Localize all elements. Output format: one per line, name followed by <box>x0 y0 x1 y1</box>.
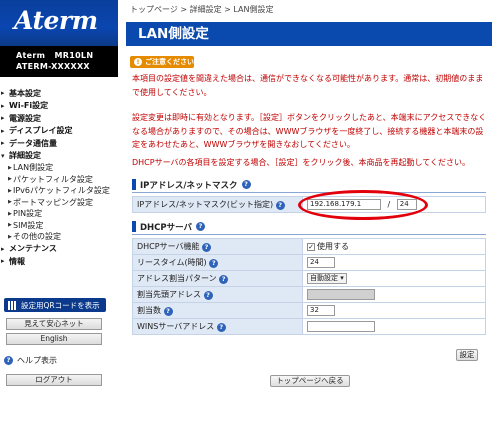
mimamori-button[interactable]: 見えて安心ネット <box>6 318 102 330</box>
warning-text-1: 本項目の設定値を間違えた場合は、通信ができなくなる可能性があります。通常は、初期… <box>132 74 484 97</box>
warning-text-3: DHCPサーバの各項目を設定する場合、［設定］をクリック後、本商品を再起動してく… <box>132 158 471 167</box>
arrow-icon: ▸ <box>1 89 5 98</box>
model-name: Aterm MR10LN <box>16 51 94 60</box>
back-to-top-button[interactable]: トップページへ戻る <box>270 375 350 387</box>
help-icon[interactable]: ? <box>241 180 251 189</box>
sidebar-item-basic[interactable]: ▸ 基本設定 <box>0 87 118 100</box>
ip-section-header: IPアドレス/ネットマスク ? <box>132 177 486 193</box>
help-icon[interactable]: ? <box>196 222 206 231</box>
sidebar-subitem-port-mapping[interactable]: ▶ ポートマッピング設定 <box>0 197 118 209</box>
arrow-icon: ▸ <box>1 126 5 135</box>
sidebar-item-info[interactable]: ▸ 情報 <box>0 255 118 268</box>
page-title: LAN側設定 <box>126 22 492 46</box>
help-icon[interactable]: ? <box>202 243 212 252</box>
help-icon[interactable]: ? <box>275 201 285 210</box>
arrow-down-icon: ▾ <box>1 151 5 160</box>
sidebar-item-data-usage[interactable]: ▸ データ通信量 <box>0 137 118 150</box>
arrow-icon: ▸ <box>1 101 5 110</box>
sidebar-subitem-sim[interactable]: ▶ SIM設定 <box>0 220 118 232</box>
address-count-row: 割当数 ? 32 <box>132 302 486 319</box>
dhcp-enable-checkbox[interactable]: ✓ <box>307 242 315 251</box>
aterm-logo[interactable]: Aterm <box>0 0 118 46</box>
dhcp-section-header: DHCPサーバ ? <box>132 219 486 235</box>
dhcp-table: DHCPサーバ機能 ? ✓ 使用する リースタイム(時間) ? 24 アドレス割当… <box>132 238 486 335</box>
help-icon[interactable]: ? <box>209 259 219 268</box>
set-button[interactable]: 設定 <box>456 349 478 361</box>
sidebar-subitem-ipv6-filter[interactable]: ▶ IPv6パケットフィルタ設定 <box>0 185 118 197</box>
wins-row: WINSサーバアドレス ? <box>132 318 486 335</box>
help-icon[interactable]: ? <box>219 275 229 284</box>
ip-label-cell: IPアドレス/ネットマスク(ビット指定) ? <box>132 196 303 213</box>
qr-code-button[interactable]: 設定用QRコードを表示 <box>4 298 106 312</box>
device-id: ATERM-XXXXXX <box>16 62 90 71</box>
sidebar-item-power[interactable]: ▸ 電源設定 <box>0 112 118 125</box>
sidebar-item-maintenance[interactable]: ▸ メンテナンス <box>0 243 118 256</box>
breadcrumb[interactable]: トップページ > 詳細設定 > LAN側設定 <box>130 4 274 15</box>
dhcp-enable-label: 使用する <box>317 242 349 251</box>
dhcp-enable-row: DHCPサーバ機能 ? ✓ 使用する <box>132 238 486 255</box>
arrow-icon: ▸ <box>1 114 5 123</box>
english-button[interactable]: English <box>6 333 102 345</box>
wins-address-input[interactable] <box>307 321 375 332</box>
exclamation-icon: ! <box>134 58 142 66</box>
sidebar-subitem-other[interactable]: ▶ その他の設定 <box>0 231 118 243</box>
address-pattern-select[interactable]: 自動設定 ▾ <box>307 273 347 284</box>
logout-button[interactable]: ログアウト <box>6 374 102 386</box>
warning-text-2: 設定変更は即時に有効となります。［設定］ボタンをクリックしたあと、本端末にアクセ… <box>132 113 487 149</box>
sidebar-nav: ▸ 基本設定 ▸ Wi-Fi設定 ▸ 電源設定 ▸ ディスプレイ設定 ▸ データ通信量 ▾… <box>0 77 118 268</box>
lease-time-input[interactable]: 24 <box>307 257 335 268</box>
sidebar-subitem-pin[interactable]: ▶ PIN設定 <box>0 208 118 220</box>
address-count-input[interactable]: 32 <box>307 305 335 316</box>
sidebar-item-advanced[interactable]: ▾ 詳細設定 <box>0 150 118 163</box>
sidebar: Aterm Aterm MR10LN ATERM-XXXXXX ▸ 基本設定 ▸ W… <box>0 0 118 421</box>
help-toggle[interactable]: ? ヘルプ表示 <box>4 355 57 366</box>
arrow-icon: ▸ <box>1 257 5 266</box>
notice-badge: ! ご注意ください <box>130 56 194 68</box>
address-pattern-row: アドレス割当パターン ? 自動設定 ▾ <box>132 270 486 287</box>
lease-time-row: リースタイム(時間) ? 24 <box>132 254 486 271</box>
arrow-icon: ▸ <box>1 139 5 148</box>
main-content: トップページ > 詳細設定 > LAN側設定 LAN側設定 ! ご注意ください 本… <box>118 0 500 421</box>
arrow-icon: ▸ <box>1 244 5 253</box>
highlight-oval <box>298 190 428 220</box>
help-icon[interactable]: ? <box>163 307 173 316</box>
sidebar-item-display[interactable]: ▸ ディスプレイ設定 <box>0 125 118 138</box>
chevron-down-icon: ▾ <box>340 274 344 282</box>
start-address-row: 割当先頭アドレス ? <box>132 286 486 303</box>
help-icon[interactable]: ? <box>216 323 226 332</box>
device-model-panel: Aterm MR10LN ATERM-XXXXXX <box>0 46 118 77</box>
help-icon[interactable]: ? <box>203 291 213 300</box>
sidebar-item-wifi[interactable]: ▸ Wi-Fi設定 <box>0 100 118 113</box>
qr-code-icon <box>8 300 17 310</box>
sidebar-subitem-lan[interactable]: ▶ LAN側設定 <box>0 162 118 174</box>
start-address-input <box>307 289 375 300</box>
sidebar-subitem-packet-filter[interactable]: ▶ パケットフィルタ設定 <box>0 174 118 186</box>
help-icon: ? <box>4 356 13 365</box>
